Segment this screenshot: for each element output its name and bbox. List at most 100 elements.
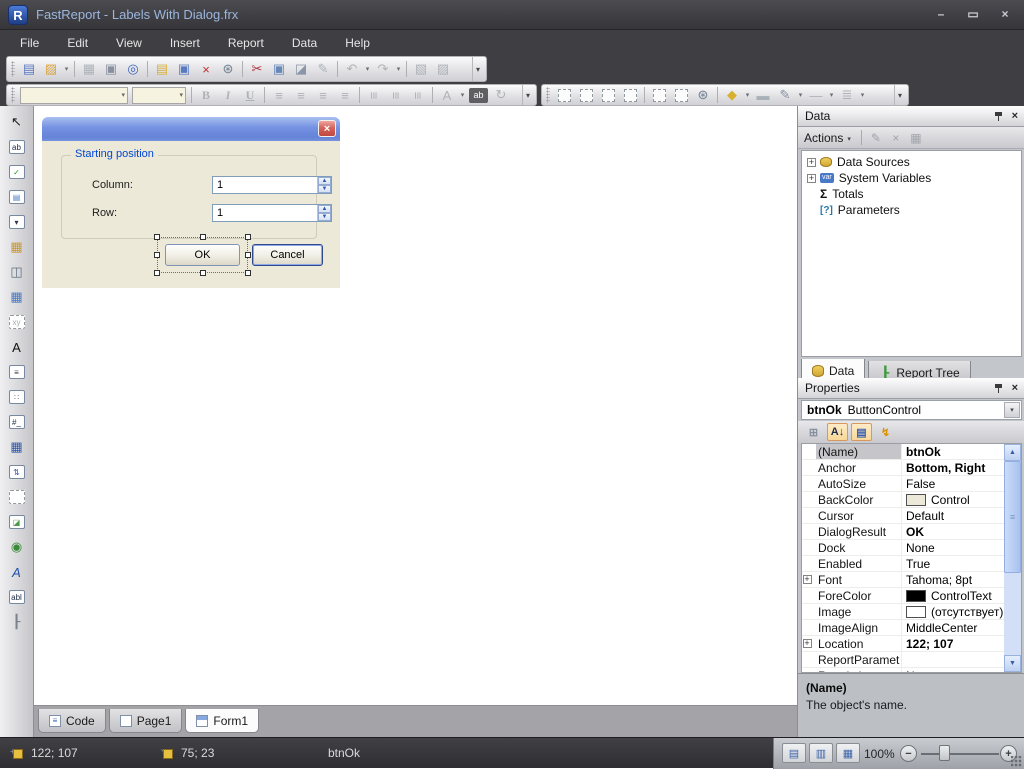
border-settings-button[interactable]: ⊛	[692, 85, 714, 105]
menu-view[interactable]: View	[102, 32, 156, 54]
ungroup-button[interactable]: ▨	[432, 59, 454, 79]
view-mode-1-button[interactable]: ▤	[782, 743, 806, 763]
numericupdown-tool[interactable]: ⇅	[6, 464, 28, 480]
line-style-button-dropdown[interactable]: ▾	[827, 91, 836, 99]
alphabetical-sort-button[interactable]: A↓	[827, 423, 848, 441]
border-right-button[interactable]	[619, 85, 641, 105]
ok-button[interactable]: OK	[165, 244, 240, 266]
property-row[interactable]: +Location122; 107	[802, 636, 1021, 652]
tab-code[interactable]: ≡Code	[38, 709, 106, 733]
new-report-button[interactable]: ▤	[18, 59, 40, 79]
property-row[interactable]: AutoSizeFalse	[802, 476, 1021, 492]
scroll-up-icon[interactable]: ▲	[1004, 444, 1021, 461]
menu-insert[interactable]: Insert	[156, 32, 214, 54]
font-name-combo[interactable]: ▾	[20, 87, 128, 104]
line-style-button[interactable]: —	[805, 85, 827, 105]
selection-handle[interactable]	[154, 234, 160, 240]
preview-button[interactable]: ◎	[122, 59, 144, 79]
border-bottom-button[interactable]	[575, 85, 597, 105]
spin-down-icon[interactable]: ▼	[318, 213, 331, 221]
chevron-down-icon[interactable]: ▾	[121, 91, 125, 99]
expand-icon[interactable]: +	[803, 639, 812, 648]
selection-handle[interactable]	[245, 252, 251, 258]
expand-icon[interactable]: +	[802, 575, 816, 584]
spin-up-icon[interactable]: ▲	[318, 205, 331, 213]
toolbar-grip[interactable]	[11, 61, 15, 77]
close-panel-icon[interactable]: ×	[1012, 110, 1018, 122]
underline-button[interactable]: U	[239, 85, 261, 105]
property-row[interactable]: AnchorBottom, Right	[802, 460, 1021, 476]
pin-icon[interactable]	[994, 111, 1003, 122]
combobox-tool[interactable]: ▾	[6, 214, 28, 230]
selection-handle[interactable]	[154, 252, 160, 258]
italic-button[interactable]: I	[217, 85, 239, 105]
maximize-button[interactable]: ▭	[962, 5, 984, 23]
tree-item-data-sources[interactable]: +Data Sources	[802, 154, 1021, 170]
toolbar-overflow-button[interactable]: ▾	[894, 85, 905, 105]
selection-handle[interactable]	[245, 234, 251, 240]
font-size-combo[interactable]: ▾	[132, 87, 186, 104]
splitter-tool[interactable]: ◫	[6, 264, 28, 280]
dialog-close-button[interactable]: ×	[318, 120, 336, 137]
bold-button[interactable]: B	[195, 85, 217, 105]
tree-item-totals[interactable]: ΣTotals	[802, 186, 1021, 202]
highlight-button[interactable]: ab	[469, 88, 488, 103]
scroll-down-icon[interactable]: ▼	[1004, 655, 1021, 672]
property-row[interactable]: ImageAlignMiddleCenter	[802, 620, 1021, 636]
valign-middle-button[interactable]: ≡	[385, 85, 407, 105]
border-none-button[interactable]	[670, 85, 692, 105]
pin-icon[interactable]	[994, 383, 1003, 394]
property-row[interactable]: CursorDefault	[802, 508, 1021, 524]
tab-form1[interactable]: Form1	[185, 709, 259, 733]
line-width-button[interactable]: ≣	[836, 85, 858, 105]
dialog-client-area[interactable]: Starting position Column: 1 ▲▼ Row: 1 ▲▼	[42, 141, 340, 288]
listview-tool[interactable]: ∷	[6, 389, 28, 405]
menu-edit[interactable]: Edit	[53, 32, 102, 54]
text-color-button-dropdown[interactable]: ▾	[458, 91, 467, 99]
selection-handle[interactable]	[245, 270, 251, 276]
cut-button[interactable]: ✂	[246, 59, 268, 79]
properties-view-button[interactable]: ▤	[851, 423, 872, 441]
expand-icon[interactable]: +	[803, 575, 812, 584]
tree-item-parameters[interactable]: [?]Parameters	[802, 202, 1021, 218]
actions-menu-button[interactable]: Actions	[804, 131, 843, 145]
menu-help[interactable]: Help	[331, 32, 384, 54]
fill-color-button-dropdown[interactable]: ▾	[743, 91, 752, 99]
monthcalendar-tool[interactable]: ▦	[6, 439, 28, 455]
tab-page1[interactable]: Page1	[109, 709, 183, 733]
scrollbar[interactable]: ▲ ≡ ▼	[1004, 444, 1021, 672]
panel-tool[interactable]	[6, 489, 28, 505]
resize-grip[interactable]	[1011, 756, 1022, 767]
open-report-button[interactable]: ▨	[40, 59, 62, 79]
expand-icon[interactable]: +	[807, 158, 816, 167]
minimize-button[interactable]: –	[930, 5, 952, 23]
new-page-button[interactable]: ▤	[151, 59, 173, 79]
fill-color-button[interactable]: ◆	[721, 85, 743, 105]
menu-file[interactable]: File	[6, 32, 53, 54]
view-data-button[interactable]: ▦	[906, 131, 926, 145]
border-all-button[interactable]	[648, 85, 670, 105]
delete-page-button[interactable]: ×	[195, 59, 217, 79]
select-pointer-tool[interactable]: ↖	[6, 114, 28, 130]
page-settings-button[interactable]: ⊛	[217, 59, 239, 79]
fill-style-button[interactable]: ▬	[752, 85, 774, 105]
property-row[interactable]: DialogResultOK	[802, 524, 1021, 540]
copy-page-button[interactable]: ▣	[100, 59, 122, 79]
border-top-button[interactable]	[553, 85, 575, 105]
selection-handle[interactable]	[200, 270, 206, 276]
undo-button-dropdown[interactable]: ▾	[363, 65, 372, 73]
property-row[interactable]: BackColorControl	[802, 492, 1021, 508]
masked-textbox-tool[interactable]: #_	[6, 414, 28, 430]
events-view-button[interactable]: ↯	[875, 423, 896, 441]
redo-button-dropdown[interactable]: ▾	[394, 65, 403, 73]
toolbar-overflow-button[interactable]: ▾	[472, 57, 483, 81]
cancel-button[interactable]: Cancel	[252, 244, 323, 266]
tree-item-system-variables[interactable]: +varSystem Variables	[802, 170, 1021, 186]
menu-data[interactable]: Data	[278, 32, 331, 54]
property-row[interactable]: EnabledTrue	[802, 556, 1021, 572]
close-panel-icon[interactable]: ×	[1012, 382, 1018, 394]
object-selector-combo[interactable]: btnOk ButtonControl ▾	[801, 400, 1022, 420]
group-button[interactable]: ▧	[410, 59, 432, 79]
line-color-button-dropdown[interactable]: ▾	[796, 91, 805, 99]
view-mode-3-button[interactable]: ▦	[836, 743, 860, 763]
